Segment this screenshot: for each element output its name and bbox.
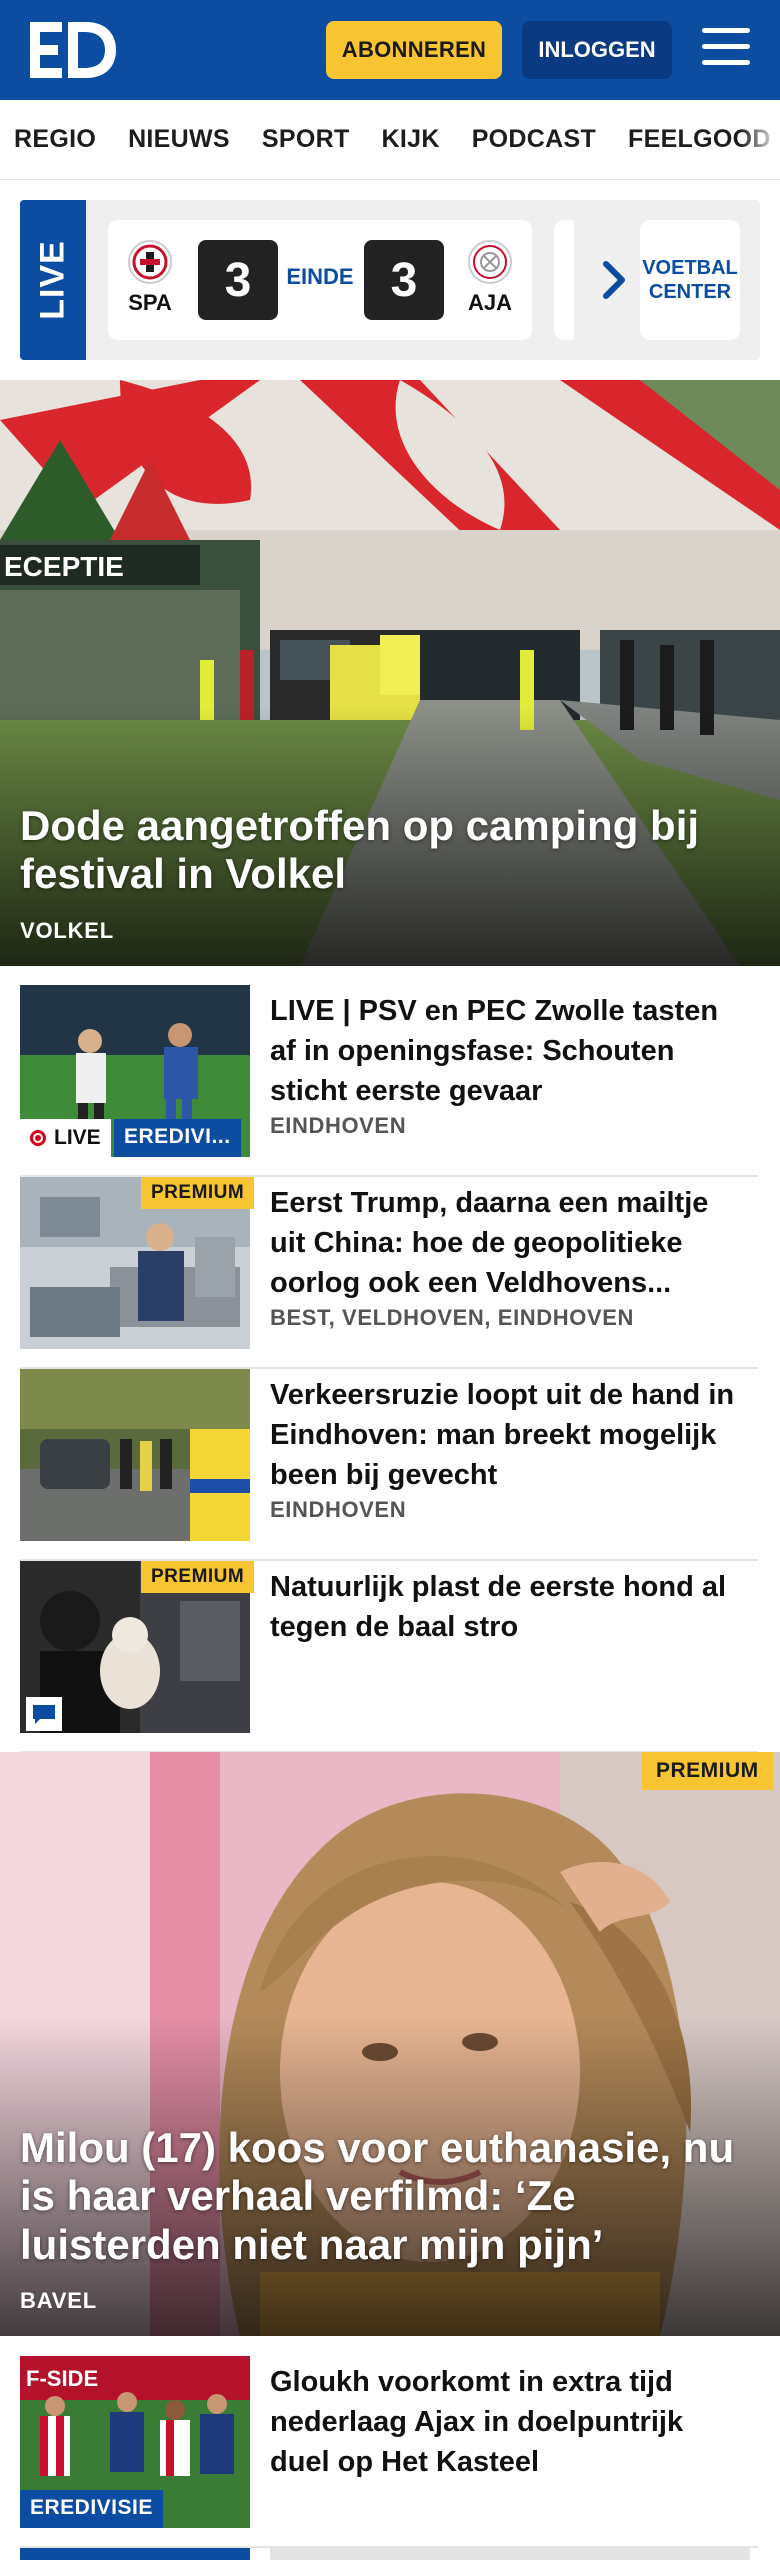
top-bar: ABONNEREN INLOGGEN — [0, 0, 780, 100]
hero-article-volkel[interactable]: ECEPTIE Dode aangetroffen op camping bij… — [0, 380, 780, 966]
away-score: 3 — [364, 240, 444, 320]
voetbal-center-link[interactable]: VOETBAL CENTER — [640, 220, 740, 340]
home-score: 3 — [198, 240, 278, 320]
hero-article-milou[interactable]: PREMIUM Milou (17) koos voor euthanasie,… — [0, 1752, 780, 2336]
article-title[interactable]: Natuurlijk plast de eerste hond al tegen… — [270, 1567, 750, 1647]
home-team-abbr: SPA — [128, 290, 172, 315]
next-article-thumbnail-partial — [20, 2548, 250, 2560]
home-club: SPA — [120, 240, 180, 316]
hero-title[interactable]: Milou (17) koos voor euthanasie, nu is h… — [20, 2124, 760, 2269]
article-location: EINDHOVEN — [270, 1113, 407, 1138]
hero-title[interactable]: Dode aangetroffen op camping bij festiva… — [20, 802, 760, 899]
article-title[interactable]: Eerst Trump, daarna een mailtje uit Chin… — [270, 1183, 750, 1303]
premium-badge: PREMIUM — [141, 1561, 255, 1593]
list-item-verkeersruzie[interactable]: Verkeersruzie loopt uit de hand in Eindh… — [20, 1369, 758, 1561]
nav-item-sport[interactable]: SPORT — [262, 125, 350, 154]
hero-sign-text: ECEPTIE — [4, 551, 124, 582]
login-button[interactable]: INLOGGEN — [522, 21, 672, 79]
subscribe-button[interactable]: ABONNEREN — [326, 21, 502, 79]
ajax-crest-icon — [468, 240, 512, 284]
comment-icon[interactable] — [26, 1697, 62, 1731]
match-status: EINDE — [286, 264, 354, 289]
next-article-title-partial — [270, 2548, 750, 2560]
live-tag-label: LIVE — [33, 240, 72, 320]
article-location: BEST, VELDHOVEN, EINDHOVEN — [270, 1305, 634, 1330]
stadium-banner-text: F-SIDE — [26, 2366, 98, 2391]
live-tag: LIVE — [20, 200, 86, 360]
chevron-right-icon[interactable] — [600, 256, 630, 304]
hero-location: VOLKEL — [20, 918, 115, 943]
list-item-psv-live[interactable]: LIVE EREDIVI... LIVE | PSV en PEC Zwolle… — [20, 985, 758, 1177]
away-team-abbr: AJA — [467, 290, 512, 315]
match-card[interactable]: SPA 3 EINDE 3 AJA — [108, 220, 532, 340]
article-title[interactable]: Verkeersruzie loopt uit de hand in Eindh… — [270, 1375, 750, 1495]
ed-logo[interactable] — [28, 18, 118, 82]
away-club: AJA — [460, 240, 520, 316]
thumbnail-street-scene — [20, 1369, 250, 1541]
hero-location: BAVEL — [20, 2288, 97, 2313]
category-badge[interactable]: EREDIVISIE — [20, 2490, 163, 2528]
list-item-gloukh-ajax[interactable]: F-SIDE EREDIVISIE Gloukh voorkomt in ext… — [20, 2356, 758, 2548]
live-score-strip: LIVE SPA 3 EINDE 3 AJA VOETBAL CENTER — [20, 200, 760, 360]
article-location: EINDHOVEN — [270, 1497, 407, 1522]
section-nav: REGIO NIEUWS SPORT KIJK PODCAST FEELGOOD… — [0, 100, 780, 180]
hamburger-menu-icon[interactable] — [702, 28, 750, 72]
premium-badge: PREMIUM — [141, 1177, 255, 1209]
live-badge-label: LIVE — [54, 1126, 101, 1149]
nav-item-kijk[interactable]: KIJK — [382, 125, 440, 154]
premium-badge: PREMIUM — [642, 1752, 773, 1790]
sparta-crest-icon — [128, 240, 172, 284]
nav-item-podcast[interactable]: PODCAST — [472, 125, 596, 154]
article-title[interactable]: Gloukh voorkomt in extra tijd nederlaag … — [270, 2362, 750, 2482]
nav-item-nieuws[interactable]: NIEUWS — [128, 125, 230, 154]
next-match-card[interactable] — [554, 220, 574, 340]
article-title[interactable]: LIVE | PSV en PEC Zwolle tasten af in op… — [270, 991, 750, 1111]
nav-fade — [740, 100, 780, 179]
category-badge[interactable]: EREDIVI... — [114, 1119, 241, 1157]
list-item-hond-baal-stro[interactable]: PREMIUM Natuurlijk plast de eerste hond … — [20, 1561, 758, 1753]
list-item-trump-china[interactable]: PREMIUM Eerst Trump, daarna een mailtje … — [20, 1177, 758, 1369]
live-badge: LIVE — [20, 1119, 111, 1157]
nav-item-regio[interactable]: REGIO — [14, 125, 96, 154]
live-dot-icon — [30, 1130, 46, 1146]
